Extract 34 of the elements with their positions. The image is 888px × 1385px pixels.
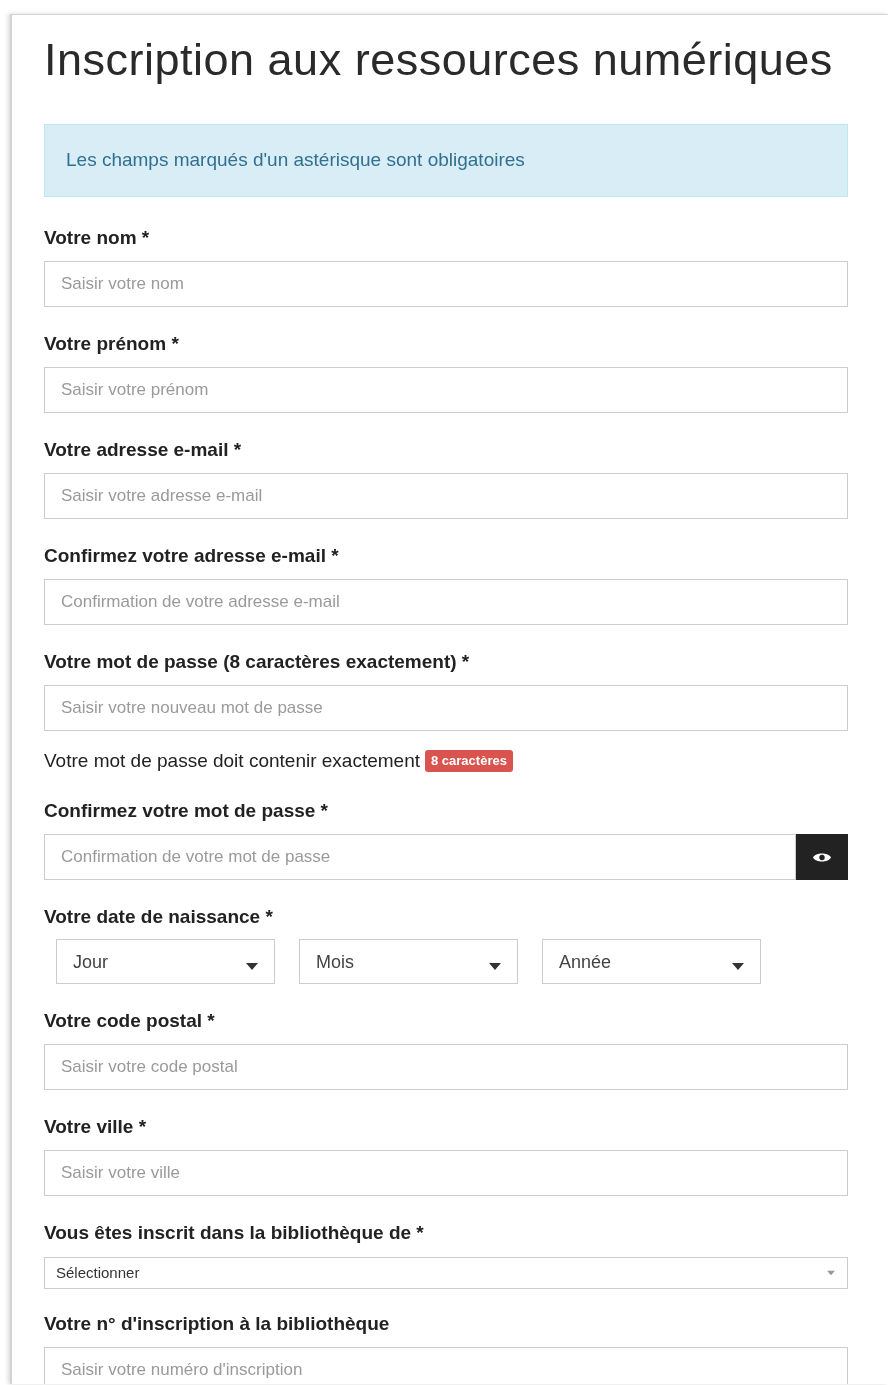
caret-icon bbox=[732, 963, 744, 970]
text-field[interactable]: Saisir votre numéro d'inscription bbox=[44, 1347, 848, 1384]
field-label: Votre date de naissance * bbox=[44, 905, 274, 929]
hint-text: Votre mot de passe doit contenir exactement bbox=[44, 749, 420, 773]
show-password-button[interactable] bbox=[796, 834, 848, 880]
field-label: Votre mot de passe (8 caractères exactement) * bbox=[44, 650, 471, 674]
field-label: Confirmez votre mot de passe * bbox=[44, 799, 330, 823]
text-field[interactable]: Saisir votre nom bbox=[44, 261, 848, 307]
caret-icon bbox=[489, 963, 501, 970]
page-title: Inscription aux ressources numériques bbox=[44, 33, 834, 87]
password-field[interactable]: Confirmation de votre mot de passe bbox=[44, 834, 796, 880]
text-field[interactable]: Saisir votre code postal bbox=[44, 1044, 848, 1090]
text-field[interactable]: Saisir votre prénom bbox=[44, 367, 848, 413]
text-field[interactable]: Saisir votre adresse e-mail bbox=[44, 473, 848, 519]
field-label: Votre code postal * bbox=[44, 1009, 216, 1033]
field-label: Votre ville * bbox=[44, 1115, 148, 1139]
eye-icon bbox=[813, 851, 831, 863]
caret-icon bbox=[246, 963, 258, 970]
date-dropdown[interactable]: Jour bbox=[56, 939, 275, 984]
field-label: Votre prénom * bbox=[44, 332, 180, 356]
info-alert: Les champs marqués d'un astérisque sont obligatoires bbox=[44, 124, 848, 197]
field-label: Confirmez votre adresse e-mail * bbox=[44, 544, 340, 568]
field-label: Votre n° d'inscription à la bibliothèque bbox=[44, 1312, 391, 1336]
field-label: Votre nom * bbox=[44, 226, 151, 250]
text-field[interactable]: Saisir votre ville bbox=[44, 1150, 848, 1196]
field-label: Vous êtes inscrit dans la bibliothèque de * bbox=[44, 1221, 425, 1245]
field-label: Votre adresse e-mail * bbox=[44, 438, 243, 462]
library-dropdown[interactable]: Sélectionner bbox=[44, 1257, 848, 1289]
date-dropdown[interactable]: Mois bbox=[299, 939, 518, 984]
text-field[interactable]: Confirmation de votre adresse e-mail bbox=[44, 579, 848, 625]
caret-icon bbox=[827, 1270, 835, 1276]
text-field[interactable]: Saisir votre nouveau mot de passe bbox=[44, 685, 848, 731]
length-badge: 8 caractères bbox=[425, 750, 513, 772]
date-dropdown[interactable]: Année bbox=[542, 939, 761, 984]
